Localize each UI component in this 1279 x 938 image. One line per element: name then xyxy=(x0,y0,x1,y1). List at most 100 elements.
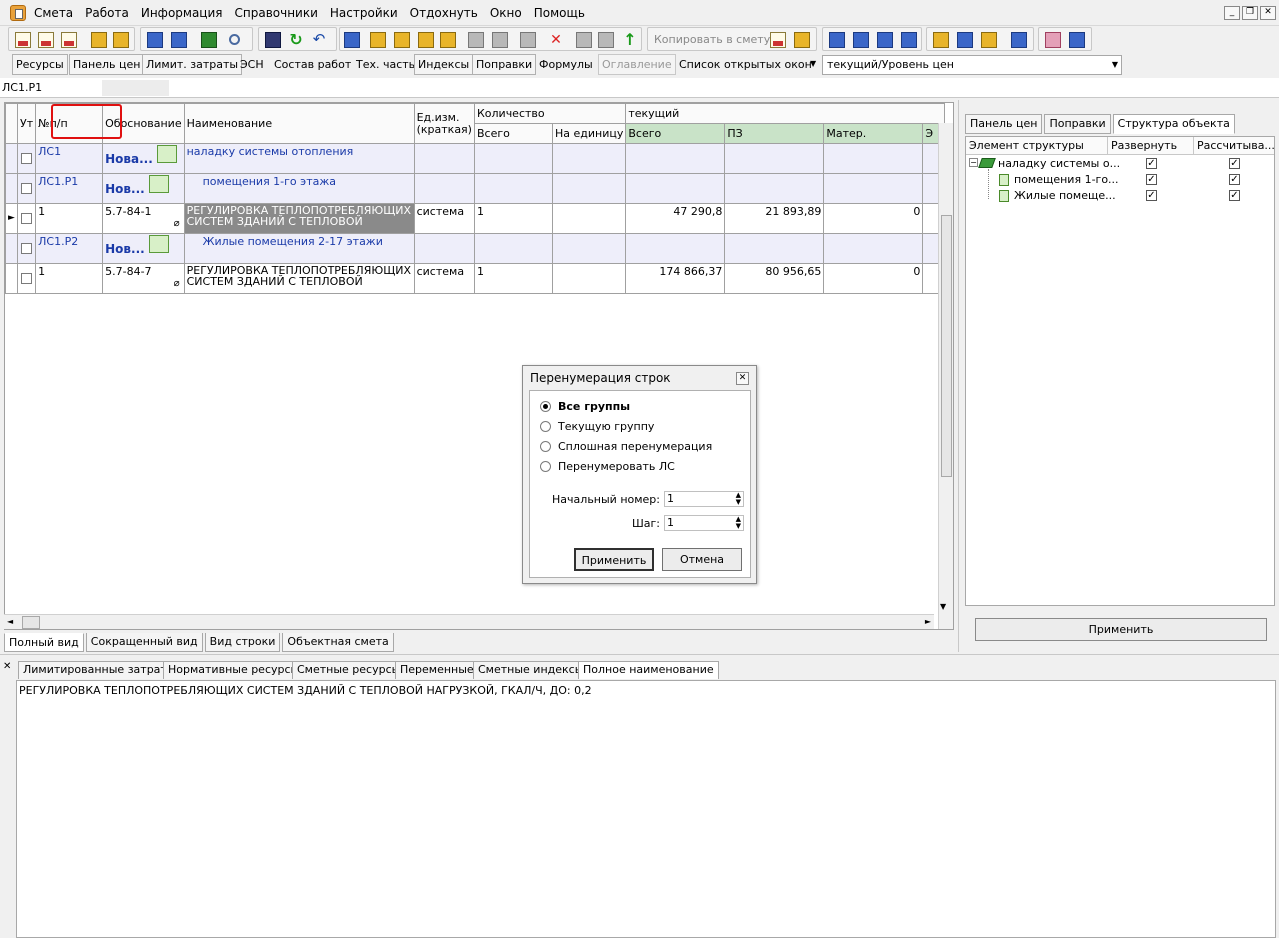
price-level-select[interactable]: текущий/Уровень цен ▼ xyxy=(822,55,1122,75)
view-toggle-button[interactable]: Состав работ xyxy=(270,54,355,75)
menu-item[interactable]: Работа xyxy=(85,6,129,20)
group-basis[interactable]: Нова... xyxy=(102,143,185,174)
detail-tab[interactable]: Лимитированные затраты xyxy=(18,661,181,679)
group-row[interactable]: ЛС1 Нова... наладку системы отопления xyxy=(5,143,946,174)
group-row[interactable]: ЛС1.Р1 Нов... помещения 1-го этажа xyxy=(5,173,946,204)
paste-struct-icon[interactable] xyxy=(598,32,614,48)
view-toggle-button[interactable]: ЭСН xyxy=(236,54,268,75)
num-cell[interactable]: 1 xyxy=(35,263,104,294)
align-right-icon[interactable] xyxy=(901,32,917,48)
view-tab[interactable]: Полный вид xyxy=(4,633,84,652)
detail-close-icon[interactable]: ✕ xyxy=(3,661,11,672)
grid-vertical-scrollbar[interactable] xyxy=(938,123,953,629)
group-basis[interactable]: Нов... xyxy=(102,233,185,264)
calc-checkbox[interactable]: ✓ xyxy=(1229,190,1240,201)
radio-label[interactable]: Текущую группу xyxy=(558,420,654,433)
radio-renumber-ls[interactable] xyxy=(540,461,551,472)
tree-item[interactable]: Жилые помеще... xyxy=(1014,189,1116,202)
calc-icon[interactable] xyxy=(344,32,360,48)
scroll-left-icon[interactable]: ◄ xyxy=(7,617,13,626)
open-windows-dropdown-icon[interactable]: ▼ xyxy=(810,59,816,68)
indent-icon[interactable] xyxy=(829,32,845,48)
step-input[interactable]: 1 ▲ ▼ xyxy=(664,515,744,531)
cancel-button[interactable]: Отмена xyxy=(662,548,742,571)
unit-cell[interactable]: система xyxy=(413,263,475,294)
right-panel-tab[interactable]: Панель цен xyxy=(965,114,1043,134)
materials-icon[interactable] xyxy=(418,32,434,48)
tools-icon[interactable] xyxy=(370,32,386,48)
name-cell[interactable]: РЕГУЛИРОВКА ТЕПЛОПОТРЕБЛЯЮЩИХ СИСТЕМ ЗДА… xyxy=(183,203,415,234)
menu-item[interactable]: Помощь xyxy=(534,6,585,20)
start-number-input[interactable]: 1 ▲ ▼ xyxy=(664,491,744,507)
view-tab[interactable]: Вид строки xyxy=(204,633,281,652)
radio-continuous[interactable] xyxy=(540,441,551,452)
hscroll-thumb[interactable] xyxy=(22,616,40,629)
row-checkbox[interactable] xyxy=(21,273,32,284)
group-name[interactable]: наладку системы отопления xyxy=(183,143,415,174)
total-cell[interactable]: 174 866,37 xyxy=(625,263,726,294)
detail-tab[interactable]: Полное наименование xyxy=(578,661,719,679)
close-icon[interactable]: ✕ xyxy=(736,372,749,385)
tree-icon[interactable] xyxy=(91,32,107,48)
total-cell[interactable]: 47 290,8 xyxy=(625,203,726,234)
mater-header[interactable]: Матер. xyxy=(823,123,924,144)
ut-cell[interactable] xyxy=(16,143,37,174)
bricks-icon[interactable] xyxy=(981,32,997,48)
books-blue-icon[interactable] xyxy=(1069,32,1085,48)
calc-checkbox[interactable]: ✓ xyxy=(1229,174,1240,185)
group-code[interactable]: ЛС1.Р1 xyxy=(35,173,104,204)
qty-unit-cell[interactable] xyxy=(551,203,627,234)
menu-item[interactable]: Окно xyxy=(490,6,522,20)
detail-tab[interactable]: Нормативные ресурсы xyxy=(163,661,305,679)
basis-cell[interactable]: 5.7-84-1 ⌀ xyxy=(102,203,185,234)
tree-col-calc[interactable]: Рассчитыва... xyxy=(1194,137,1275,155)
group-code[interactable]: ЛС1 xyxy=(35,143,104,174)
menu-item[interactable]: Справочники xyxy=(235,6,318,20)
detail-tab[interactable]: Сметные индексы xyxy=(473,661,589,679)
view-toggle-button[interactable]: Поправки xyxy=(472,54,537,75)
copy-icon[interactable] xyxy=(770,32,786,48)
tree-col-element[interactable]: Элемент структуры xyxy=(966,137,1108,155)
copy-to-estimate-button[interactable]: Копировать в смету xyxy=(654,33,770,46)
pz-header[interactable]: ПЗ xyxy=(724,123,825,144)
save-icon[interactable] xyxy=(265,32,281,48)
menu-item[interactable]: Настройки xyxy=(330,6,398,20)
new-pr-icon[interactable] xyxy=(61,32,77,48)
paste-icon[interactable] xyxy=(794,32,810,48)
outdent-icon[interactable] xyxy=(853,32,869,48)
excel-icon[interactable] xyxy=(201,32,217,48)
grid-horizontal-scrollbar[interactable]: ◄ ► xyxy=(4,614,934,629)
tree-col-expand[interactable]: Развернуть xyxy=(1108,137,1194,155)
ut-cell[interactable] xyxy=(16,173,37,204)
group-row[interactable]: ЛС1.Р2 Нов... Жилые помещения 2-17 этажи xyxy=(5,233,946,264)
collapse-icon[interactable]: − xyxy=(969,158,978,167)
delete-icon[interactable]: ✕ xyxy=(548,32,564,48)
new-ls-icon[interactable] xyxy=(15,32,31,48)
radio-current-group[interactable] xyxy=(540,421,551,432)
view-toggle-button[interactable]: Тех. часть xyxy=(352,54,419,75)
table-row[interactable]: 1 5.7-84-7 ⌀ РЕГУЛИРОВКА ТЕПЛОПОТРЕБЛЯЮЩИХ … xyxy=(5,263,946,294)
machine-icon[interactable] xyxy=(468,32,484,48)
qty-unit-header[interactable]: На единицу xyxy=(551,123,627,144)
row-checkbox[interactable] xyxy=(21,243,32,254)
radio-all-groups[interactable] xyxy=(540,401,551,412)
view-toggle-button[interactable]: Ресурсы xyxy=(12,54,68,75)
view-toggle-button[interactable]: Оглавление xyxy=(598,54,676,75)
spin-icon[interactable]: ▲ ▼ xyxy=(736,492,741,506)
tree-alt-icon[interactable] xyxy=(113,32,129,48)
right-panel-tab[interactable]: Поправки xyxy=(1044,114,1111,134)
minimize-icon[interactable]: _ xyxy=(1224,6,1240,20)
num-cell[interactable]: 1 xyxy=(35,203,104,234)
pz-cell[interactable]: 21 893,89 xyxy=(724,203,825,234)
group-code[interactable]: ЛС1.Р2 xyxy=(35,233,104,264)
row-checkbox[interactable] xyxy=(21,153,32,164)
right-panel-tab[interactable]: Структура объекта xyxy=(1112,114,1235,134)
view-toggle-button[interactable]: Индексы xyxy=(414,54,474,75)
structure-apply-button[interactable]: Применить xyxy=(975,618,1267,641)
tree-item[interactable]: наладку системы о... xyxy=(998,157,1120,170)
name-cell[interactable]: РЕГУЛИРОВКА ТЕПЛОПОТРЕБЛЯЮЩИХ СИСТЕМ ЗДА… xyxy=(183,263,415,294)
ut-cell[interactable] xyxy=(16,203,37,234)
undo-icon[interactable]: ↶ xyxy=(311,32,327,48)
truck-icon[interactable] xyxy=(957,32,973,48)
pz-cell[interactable]: 80 956,65 xyxy=(724,263,825,294)
